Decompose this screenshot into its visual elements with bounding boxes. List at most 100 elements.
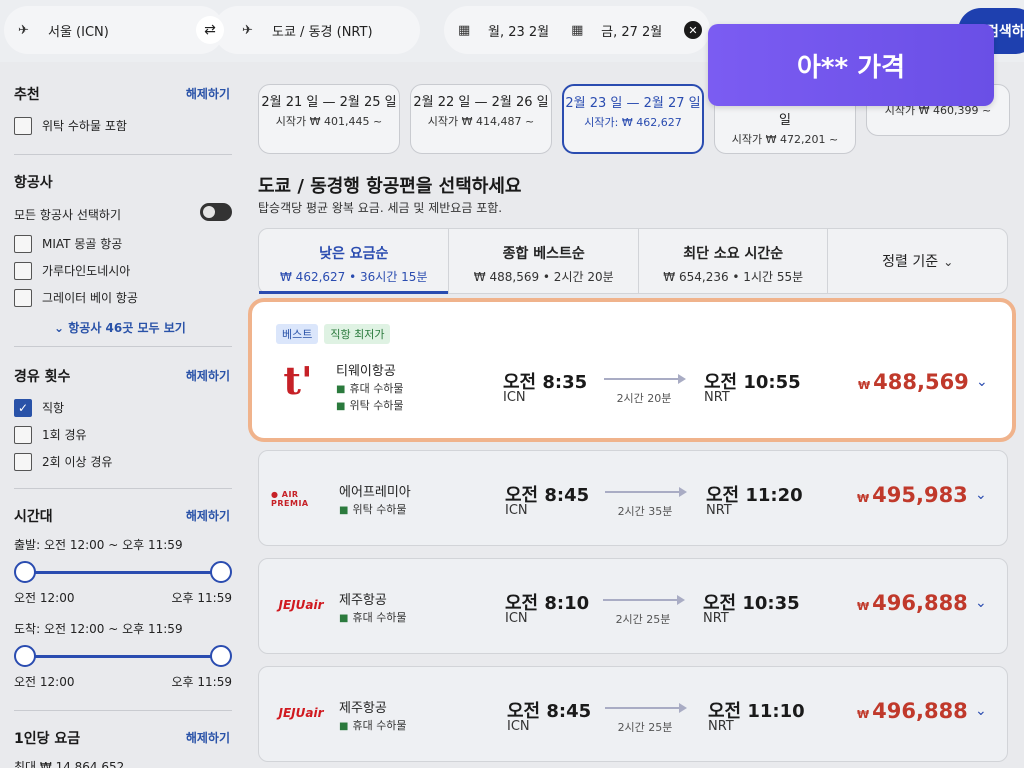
checkbox-checked-baggage[interactable]: 위탁 수하물 포함 [14, 112, 232, 139]
tab-cheapest[interactable]: 낮은 요금순 ₩ 462,627 • 36시간 15분 [259, 229, 449, 294]
see-all-label: 항공사 46곳 모두 보기 [68, 321, 186, 335]
filter-fare: 1인당 요금 해제하기 최대 ₩ 14,864,652 [14, 728, 232, 768]
currency-symbol: ₩ [857, 708, 870, 721]
flight-card[interactable]: 베스트 직항 최저가 t' 티웨이항공 ■ 휴대 수하물 ■ 위탁 수하물 오전 8… [248, 298, 1016, 442]
return-date-value: 금, 27 2월 [601, 24, 663, 40]
price: ₩496,888 [857, 699, 968, 723]
date-tab-dates: 2월 23 일 — 2월 27 일 [565, 96, 701, 111]
origin-value: 서울 (ICN) [48, 24, 109, 40]
price-value: 495,983 [872, 483, 968, 507]
checkbox-checked-icon: ✓ [14, 398, 32, 417]
checkbox-airline-greater-bay[interactable]: 그레이터 베이 항공 [14, 284, 232, 311]
currency-symbol: ₩ [857, 492, 870, 505]
bag-info: ■ 휴대 수하물 [336, 380, 404, 396]
clear-dates-icon[interactable]: ✕ [684, 21, 702, 39]
slider-max-handle[interactable] [210, 645, 232, 667]
airline-name: 제주항공 [339, 701, 387, 716]
checkbox-icon [14, 261, 32, 280]
destination-field[interactable]: ✈ 도쿄 / 동경 (NRT) [214, 6, 420, 54]
clear-time-link[interactable]: 해제하기 [186, 507, 230, 524]
price: ₩496,888 [857, 591, 968, 615]
route-arrow-icon [604, 374, 686, 384]
chevron-down-icon[interactable]: ⌄ [975, 703, 987, 719]
route-arrow-icon [605, 703, 687, 713]
calendar-icon: ▦ [571, 22, 584, 38]
bag-label: 휴대 수하물 [352, 719, 407, 732]
see-all-airlines-link[interactable]: ⌄ 항공사 46곳 모두 보기 [14, 319, 232, 336]
tab-label: 정렬 기준 [882, 254, 939, 270]
slider-min-label: 오전 12:00 [14, 591, 75, 605]
price-value: 488,569 [873, 370, 969, 394]
clear-stops-link[interactable]: 해제하기 [186, 367, 230, 384]
tab-fastest[interactable]: 최단 소요 시간순 ₩ 654,236 • 1시간 55분 [637, 229, 828, 293]
select-all-airlines-toggle[interactable] [200, 203, 232, 221]
checkbox-label: MIAT 몽골 항공 [42, 237, 123, 251]
bag-icon: ■ [339, 721, 349, 732]
slider-min-label: 오전 12:00 [14, 675, 75, 689]
bag-icon: ■ [336, 384, 346, 395]
date-tab[interactable]: 2월 22 일 — 2월 26 일 시작가 ₩ 414,487 ~ [410, 84, 552, 154]
slider-min-handle[interactable] [14, 645, 36, 667]
flight-card[interactable]: JEJUair 제주항공 ■ 휴대 수하물 오전 8:45 ICN 2시간 25분… [258, 666, 1008, 762]
chevron-down-icon[interactable]: ⌄ [976, 374, 988, 390]
route-arrow-icon [603, 595, 685, 605]
fare-max-label: 최대 ₩ 14,864,652 [14, 760, 125, 768]
origin-field[interactable]: ✈ 서울 (ICN) [4, 6, 224, 54]
slider-track [24, 571, 222, 574]
airline-name: 에어프레미아 [339, 485, 411, 500]
depart-code: ICN [507, 719, 530, 734]
sort-by-dropdown[interactable]: 정렬 기준 ⌄ [827, 229, 1007, 293]
depart-time-slider[interactable] [14, 561, 232, 583]
date-tab[interactable]: 2월 21 일 — 2월 25 일 시작가 ₩ 401,445 ~ [258, 84, 400, 154]
filter-sidebar: 추천 해제하기 위탁 수하물 포함 항공사 모든 항공사 선택하기 MIAT 몽… [0, 62, 246, 768]
tab-label: 최단 소요 시간순 [683, 246, 784, 262]
tab-label: 낮은 요금순 [319, 246, 389, 262]
checkbox-nonstop[interactable]: ✓ 직항 [14, 394, 232, 421]
date-tab-dates: 2월 21 일 — 2월 25 일 [261, 95, 397, 110]
slider-max-handle[interactable] [210, 561, 232, 583]
tab-sub: ₩ 488,569 • 2시간 20분 [473, 270, 614, 284]
arrive-time-slider[interactable] [14, 645, 232, 667]
checkbox-one-stop[interactable]: 1회 경유 [14, 421, 232, 448]
flight-card[interactable]: JEJUair 제주항공 ■ 휴대 수하물 오전 8:10 ICN 2시간 25분… [258, 558, 1008, 654]
promo-banner: 아** 가격 [708, 24, 994, 106]
date-field[interactable]: ▦ 월, 23 2월 ▦ 금, 27 2월 [444, 6, 710, 54]
date-tab-selected[interactable]: 2월 23 일 — 2월 27 일 시작가: ₩ 462,627 [562, 84, 704, 154]
clear-recommend-link[interactable]: 해제하기 [186, 85, 230, 102]
calendar-icon: ▦ [458, 22, 471, 38]
tag-best: 베스트 [276, 324, 319, 344]
date-tab-price: 시작가 ₩ 414,487 ~ [427, 115, 535, 128]
checkbox-two-plus-stops[interactable]: 2회 이상 경유 [14, 448, 232, 475]
slider-max-label: 오후 11:59 [171, 591, 232, 605]
duration: 2시간 25분 [615, 613, 671, 626]
tab-sub: ₩ 462,627 • 36시간 15분 [280, 270, 428, 284]
chevron-down-icon[interactable]: ⌄ [975, 595, 987, 611]
bag-info: ■ 휴대 수하물 [339, 609, 407, 625]
depart-date-value: 월, 23 2월 [488, 24, 550, 40]
airline-logo-airpremia: ● AIR PREMIA [271, 479, 331, 519]
bag-label: 위탁 수하물 [352, 503, 407, 516]
checkbox-label: 그레이터 베이 항공 [42, 291, 138, 305]
tab-best[interactable]: 종합 베스트순 ₩ 488,569 • 2시간 20분 [448, 229, 638, 293]
chevron-down-icon[interactable]: ⌄ [975, 487, 987, 503]
swap-icon[interactable]: ⇄ [196, 16, 224, 44]
bag-info: ■ 위탁 수하물 [336, 397, 404, 413]
price: ₩488,569 [858, 370, 969, 394]
arrive-code: NRT [704, 390, 730, 405]
flight-card[interactable]: ● AIR PREMIA 에어프레미아 ■ 위탁 수하물 오전 8:45 ICN … [258, 450, 1008, 546]
price-value: 496,888 [872, 699, 968, 723]
arrive-code: NRT [706, 503, 732, 518]
checkbox-airline-miat[interactable]: MIAT 몽골 항공 [14, 230, 232, 257]
slider-min-handle[interactable] [14, 561, 36, 583]
checkbox-label: 위탁 수하물 포함 [42, 119, 127, 133]
date-tab-price: 시작가: ₩ 462,627 [584, 116, 682, 129]
clear-fare-link[interactable]: 해제하기 [186, 729, 230, 746]
bag-icon: ■ [339, 613, 349, 624]
arrive-time-label: 도착: 오전 12:00 ~ 오후 11:59 [14, 622, 183, 636]
page-subtitle: 탑승객당 평균 왕복 요금. 세금 및 제반요금 포함. [258, 201, 503, 215]
checkbox-airline-garuda[interactable]: 가루다인도네시아 [14, 257, 232, 284]
logo-text: ● AIR PREMIA [271, 490, 309, 508]
filter-time: 시간대 해제하기 출발: 오전 12:00 ~ 오후 11:59 오전 12:0… [14, 506, 232, 690]
checkbox-label: 2회 이상 경유 [42, 455, 113, 469]
route-arrow-icon [605, 487, 687, 497]
